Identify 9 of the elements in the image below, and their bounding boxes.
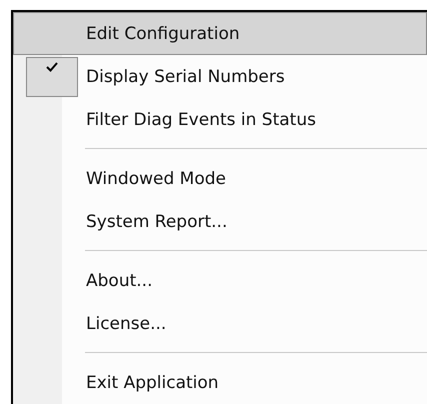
menu-item[interactable]: Edit Configuration <box>13 12 427 55</box>
menu-item[interactable]: Filter Diag Events in Status <box>13 98 427 141</box>
menu-item[interactable]: About... <box>13 259 427 302</box>
menu-item[interactable]: Display Serial Numbers <box>13 55 427 98</box>
checkmark-icon <box>46 62 58 72</box>
menu-item[interactable]: License... <box>13 302 427 345</box>
menu-item[interactable]: Exit Application <box>13 361 427 404</box>
menu-item[interactable]: System Report... <box>13 200 427 243</box>
menu-item[interactable]: Windowed Mode <box>13 157 427 200</box>
